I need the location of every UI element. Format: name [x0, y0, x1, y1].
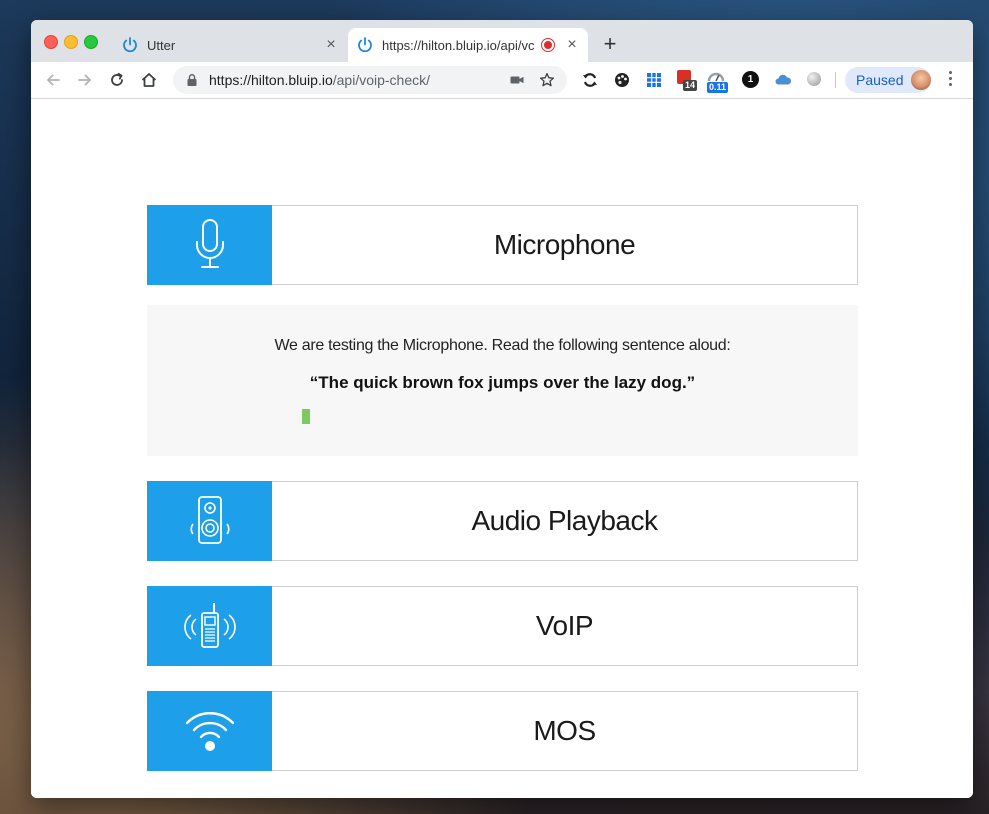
voip-icon-box [147, 586, 272, 666]
recording-indicator-icon [542, 39, 554, 51]
address-bar[interactable]: https://hilton.bluip.io/api/voip-check/ [173, 66, 567, 94]
home-button[interactable] [139, 70, 159, 90]
red-extension-badge: 14 [683, 80, 698, 91]
microphone-level-fill [302, 409, 310, 424]
window-maximize-button[interactable] [84, 35, 98, 49]
palette-extension-icon[interactable] [614, 72, 630, 88]
reload-button[interactable] [107, 70, 127, 90]
audio-playback-label: Audio Playback [471, 505, 658, 536]
dark-circle-extension-icon[interactable]: 1 [742, 71, 759, 88]
wifi-icon [185, 712, 234, 751]
microphone-test-panel: We are testing the Microphone. Read the … [147, 305, 858, 456]
camera-icon[interactable] [509, 72, 525, 88]
forward-button[interactable] [75, 70, 95, 90]
bookmark-star-icon[interactable] [539, 72, 555, 88]
tab-title: https://hilton.bluip.io/api/vc [382, 37, 535, 53]
mos-section[interactable]: MOS [147, 691, 858, 771]
speed-extension-badge: 0.11 [707, 82, 729, 93]
sync-extension-icon[interactable] [582, 72, 598, 88]
tab-utter[interactable]: Utter × [113, 28, 347, 62]
browser-menu-icon[interactable] [945, 71, 955, 86]
tab-strip: Utter × https://hilton.bluip.io/api/vc ×… [31, 20, 973, 62]
cloud-extension-icon[interactable] [774, 72, 792, 88]
tab-title: Utter [147, 37, 176, 53]
window-minimize-button[interactable] [64, 35, 78, 49]
mos-icon-box [147, 691, 272, 771]
mos-label: MOS [533, 715, 596, 746]
profile-button[interactable]: Paused [845, 67, 931, 93]
test-sentence: “The quick brown fox jumps over the lazy… [309, 373, 696, 392]
tab-close-icon[interactable]: × [321, 36, 341, 54]
audio-playback-icon-box [147, 481, 272, 561]
sphere-extension-icon[interactable] [807, 72, 821, 86]
home-icon [141, 73, 157, 87]
back-button[interactable] [43, 70, 63, 90]
microphone-icon-box [147, 205, 272, 285]
speed-extension[interactable]: 0.11 [707, 69, 729, 93]
lock-icon [187, 74, 197, 86]
power-icon [123, 37, 137, 53]
page-content: Microphone We are testing the Microphone… [31, 99, 973, 798]
red-counter-extension[interactable]: 14 [677, 70, 698, 92]
walkie-talkie-icon [183, 603, 236, 648]
url-path: /api/voip-check/ [332, 72, 431, 88]
arrow-right-icon [78, 74, 91, 86]
new-tab-button[interactable]: + [599, 32, 621, 56]
browser-toolbar: https://hilton.bluip.io/api/voip-check/ … [31, 62, 973, 99]
reload-icon [111, 72, 123, 86]
microphone-icon [195, 219, 224, 268]
tab-voip-check[interactable]: https://hilton.bluip.io/api/vc × [348, 28, 588, 62]
tab-close-icon[interactable]: × [562, 36, 582, 54]
avatar [911, 70, 931, 90]
microphone-level-meter [302, 409, 702, 424]
speedometer-icon [707, 72, 725, 82]
voip-section[interactable]: VoIP [147, 586, 858, 666]
browser-window: Utter × https://hilton.bluip.io/api/vc ×… [31, 20, 973, 798]
audio-playback-section[interactable]: Audio Playback [147, 481, 858, 561]
arrow-left-icon [47, 74, 60, 86]
voip-label: VoIP [535, 610, 594, 641]
window-close-button[interactable] [44, 35, 58, 49]
microphone-label: Microphone [493, 229, 636, 260]
grid-extension-icon[interactable] [646, 72, 662, 88]
toolbar-divider [835, 72, 836, 88]
url-host: https://hilton.bluip.io [209, 72, 333, 88]
power-icon [358, 37, 372, 53]
microphone-section[interactable]: Microphone [147, 205, 858, 285]
profile-status-label: Paused [856, 72, 904, 88]
url-text[interactable]: https://hilton.bluip.io/api/voip-check/ [209, 72, 509, 88]
speaker-icon [190, 496, 229, 544]
microphone-instruction: We are testing the Microphone. Read the … [274, 337, 731, 354]
